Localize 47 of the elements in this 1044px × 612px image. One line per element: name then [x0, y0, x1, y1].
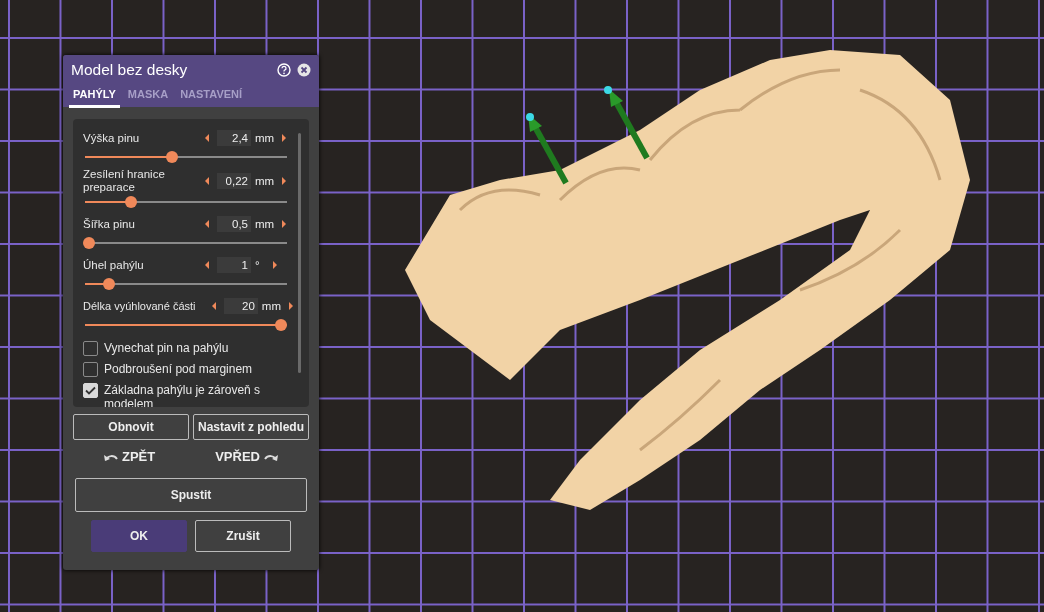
value-field[interactable]: 0,5 [217, 216, 251, 232]
increment-icon[interactable] [282, 220, 287, 228]
close-icon[interactable] [297, 63, 311, 77]
slider-thumb[interactable] [274, 319, 287, 331]
increment-icon[interactable] [273, 261, 277, 269]
checkbox-label: Vynechat pin na pahýlu [104, 341, 229, 355]
undo-button[interactable]: ZPĚT [103, 449, 156, 464]
run-button[interactable]: Spustit [75, 478, 307, 512]
increment-icon[interactable] [282, 134, 287, 142]
decrement-icon[interactable] [205, 261, 209, 269]
value-field[interactable]: 1 [217, 257, 251, 273]
decrement-icon[interactable] [205, 220, 209, 228]
parameter-label: Délka vyúhlované části [83, 299, 197, 313]
parameter-label: Výška pinu [83, 131, 141, 145]
scrollbar[interactable] [298, 133, 301, 373]
decrement-icon[interactable] [205, 134, 209, 142]
slider-thumb[interactable] [125, 196, 138, 208]
set-from-view-button[interactable]: Nastavit z pohledu [193, 414, 309, 440]
reset-button[interactable]: Obnovit [73, 414, 189, 440]
unit-label: mm [261, 300, 281, 312]
cancel-button[interactable]: Zrušit [195, 520, 291, 552]
slider-thumb[interactable] [103, 278, 116, 290]
checkbox[interactable] [83, 362, 98, 377]
checkbox[interactable] [83, 341, 98, 356]
unit-label: mm [255, 175, 275, 187]
help-icon[interactable] [277, 63, 291, 77]
slider-thumb[interactable] [83, 237, 96, 249]
increment-icon[interactable] [282, 177, 287, 185]
dental-model-drawing[interactable] [405, 50, 970, 510]
unit-label: mm [255, 218, 275, 230]
unit-label: mm [255, 132, 275, 144]
decrement-icon[interactable] [211, 302, 216, 310]
parameter-label: Šířka pinu [83, 217, 136, 231]
checkbox-label: Podbroušení pod marginem [104, 362, 253, 376]
ok-button[interactable]: OK [91, 520, 187, 552]
unit-label: ° [255, 259, 261, 271]
redo-button[interactable]: VPŘED [215, 449, 279, 464]
value-field[interactable]: 2,4 [217, 130, 251, 146]
parameter-label: Úhel pahýlu [83, 258, 145, 272]
parameter-label: Zesílení hranice preparace [83, 168, 166, 194]
value-field[interactable]: 0,22 [217, 173, 251, 189]
dialog-title: Model bez desky [71, 61, 189, 79]
decrement-icon[interactable] [205, 177, 209, 185]
increment-icon[interactable] [289, 302, 293, 310]
value-field[interactable]: 20 [223, 298, 258, 314]
tab[interactable]: PAHÝLY [69, 83, 120, 108]
slider-thumb[interactable] [165, 151, 178, 163]
